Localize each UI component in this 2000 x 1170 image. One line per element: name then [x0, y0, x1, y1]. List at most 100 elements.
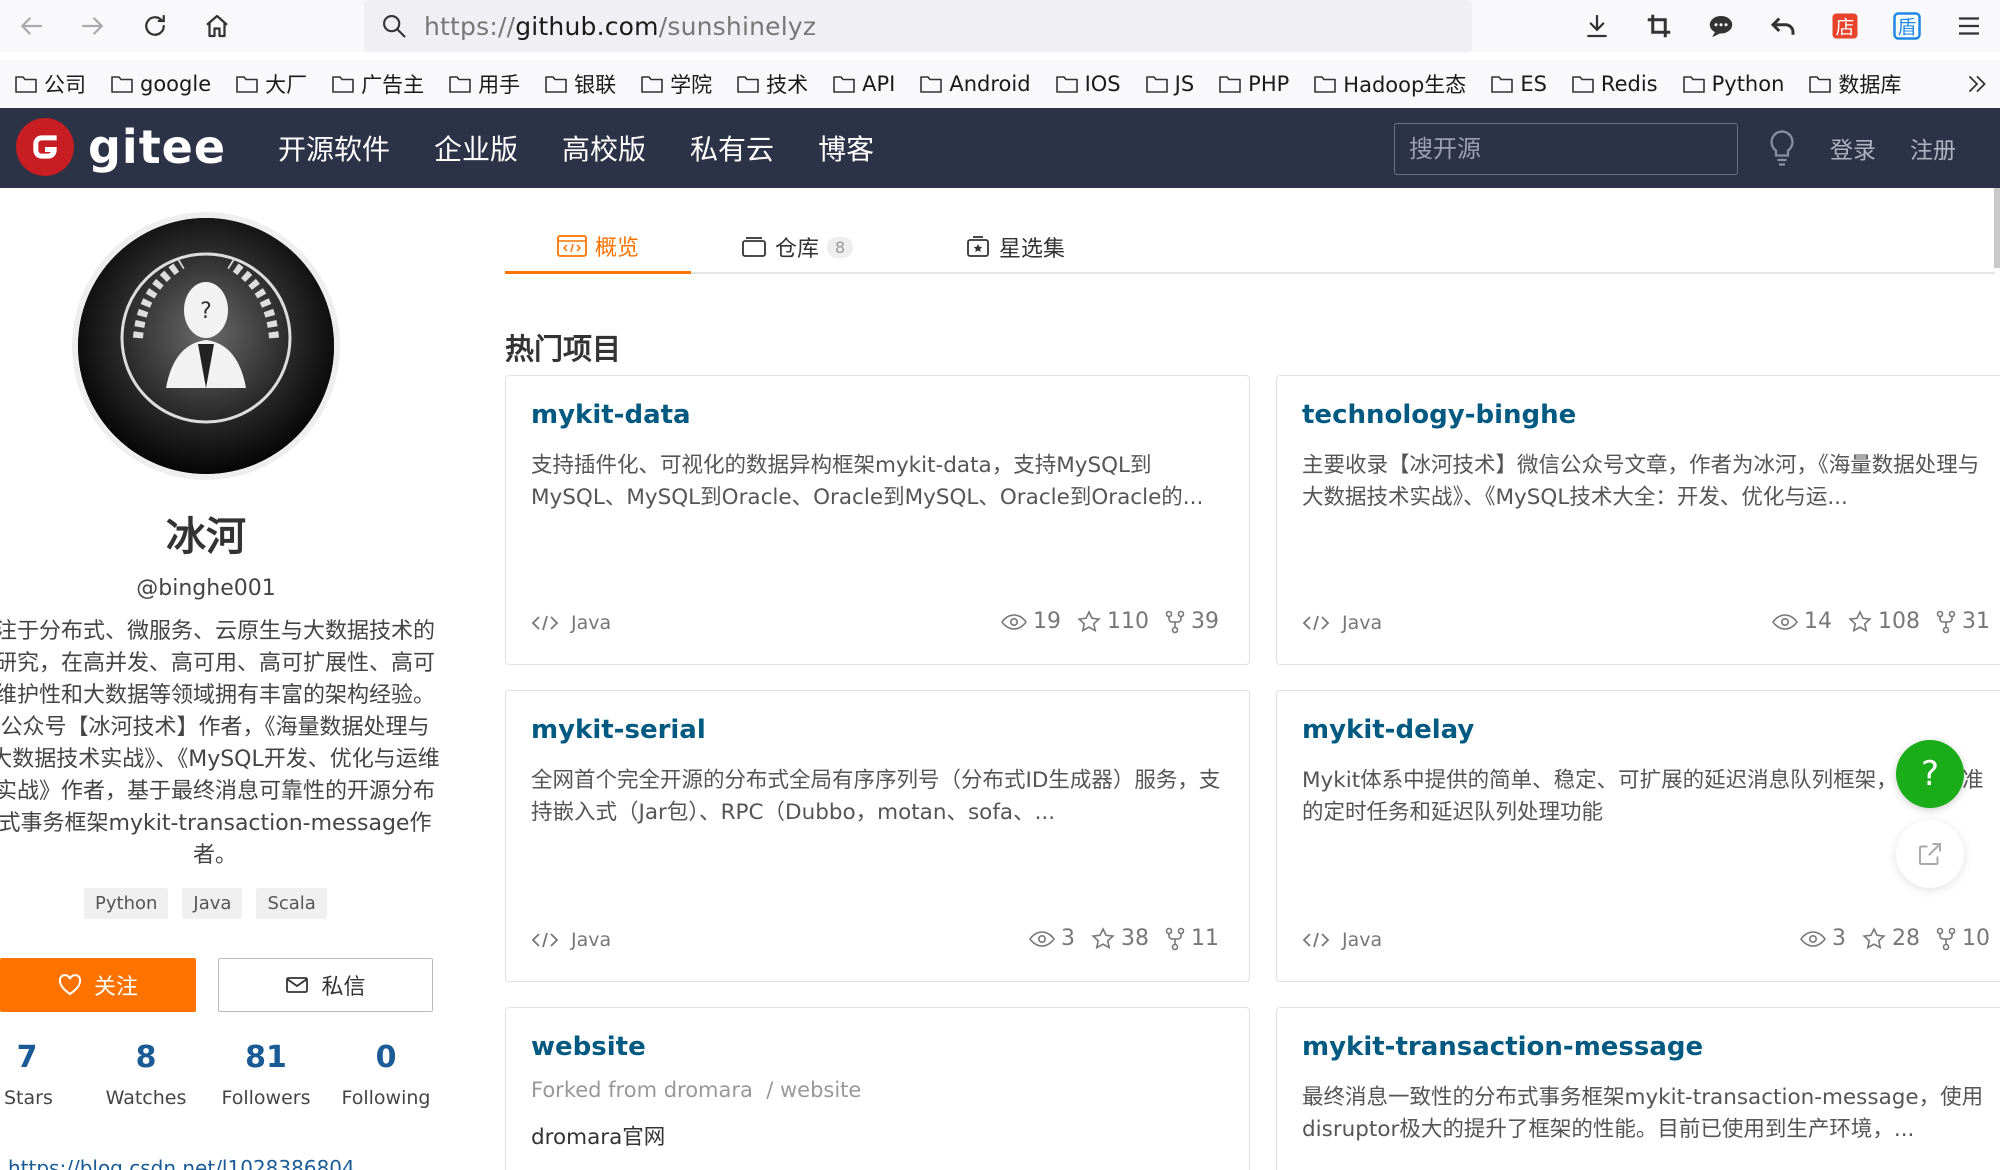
- language-tag[interactable]: Python: [84, 888, 169, 919]
- price-extension-button[interactable]: 盾: [1876, 0, 1938, 52]
- bookmark-item[interactable]: 公司: [14, 69, 86, 99]
- star-count[interactable]: 38: [1091, 926, 1149, 951]
- bookmark-item[interactable]: 银联: [544, 69, 616, 99]
- nav-enterprise[interactable]: 企业版: [434, 128, 518, 168]
- star-count[interactable]: 110: [1077, 609, 1149, 634]
- star-count[interactable]: 108: [1848, 609, 1920, 634]
- bookmark-label: 广告主: [361, 73, 425, 97]
- watch-count[interactable]: 3: [1029, 926, 1075, 951]
- bookmark-item[interactable]: JS: [1145, 72, 1194, 96]
- profile-bio: 注于分布式、微服务、云原生与大数据技术的研究，在高并发、高可用、高可扩展性、高可…: [0, 619, 440, 868]
- svg-text:盾: 盾: [1898, 17, 1917, 39]
- fork-source[interactable]: Forked from dromara / website: [531, 1078, 861, 1102]
- project-title[interactable]: website: [531, 1032, 646, 1062]
- watch-number: 3: [1061, 926, 1075, 951]
- bookmark-item[interactable]: Python: [1682, 72, 1784, 96]
- bookmark-item[interactable]: Hadoop生态: [1313, 69, 1466, 99]
- downloads-button[interactable]: [1566, 0, 1628, 52]
- bookmark-item[interactable]: ES: [1490, 72, 1547, 96]
- store-extension-button[interactable]: 店: [1814, 0, 1876, 52]
- project-card[interactable]: mykit-serial 全网首个完全开源的分布式全局有序序列号（分布式ID生成…: [505, 690, 1250, 982]
- gitee-logo[interactable]: gitee: [16, 118, 226, 176]
- project-card[interactable]: mykit-delay Mykit体系中提供的简单、稳定、可扩展的延迟消息队列框…: [1276, 690, 2000, 982]
- follow-button[interactable]: 关注: [0, 958, 196, 1012]
- screenshot-button[interactable]: [1628, 0, 1690, 52]
- fork-count[interactable]: 39: [1165, 609, 1219, 634]
- folder-icon: [920, 76, 943, 93]
- bookmark-item[interactable]: google: [110, 72, 211, 96]
- bookmark-item[interactable]: 大厂: [235, 69, 307, 99]
- login-link[interactable]: 登录: [1830, 131, 1876, 165]
- project-card[interactable]: technology-binghe 主要收录【冰河技术】微信公众号文章，作者为冰…: [1276, 375, 2000, 665]
- undo-button[interactable]: [1752, 0, 1814, 52]
- menu-button[interactable]: [1938, 0, 2000, 52]
- bookmark-item[interactable]: 学院: [640, 69, 712, 99]
- bookmark-item[interactable]: 数据库: [1808, 69, 1901, 99]
- bookmark-item[interactable]: Redis: [1571, 72, 1658, 96]
- avatar[interactable]: ?: [72, 212, 340, 480]
- tab-star-collections[interactable]: 星选集: [965, 220, 1065, 274]
- fork-count[interactable]: 11: [1165, 926, 1219, 951]
- code-window-icon: [557, 234, 587, 257]
- stat-label: Following: [341, 1087, 431, 1109]
- language-label: Java: [1342, 612, 1383, 634]
- message-button[interactable]: 私信: [218, 958, 433, 1012]
- bookmark-item[interactable]: API: [832, 72, 895, 96]
- nav-education[interactable]: 高校版: [562, 128, 646, 168]
- watch-number: 3: [1832, 926, 1846, 951]
- nav-blog[interactable]: 博客: [818, 128, 874, 168]
- store-icon: 店: [1832, 13, 1858, 39]
- stat-number: 8: [135, 1040, 157, 1075]
- site-search-input[interactable]: [1394, 123, 1738, 175]
- bookmark-item[interactable]: 广告主: [331, 69, 424, 99]
- lightbulb-icon[interactable]: [1764, 128, 1800, 172]
- project-title[interactable]: mykit-data: [531, 400, 691, 430]
- reload-button[interactable]: [124, 0, 186, 52]
- project-title[interactable]: mykit-delay: [1302, 715, 1474, 745]
- home-button[interactable]: [186, 0, 248, 52]
- nav-open-source[interactable]: 开源软件: [278, 128, 390, 168]
- forward-button[interactable]: [62, 0, 124, 52]
- language-tag[interactable]: Java: [182, 888, 243, 919]
- stat-stars[interactable]: 7 Stars: [4, 1040, 53, 1109]
- help-button[interactable]: ?: [1896, 740, 1964, 808]
- watch-count[interactable]: 14: [1772, 609, 1832, 634]
- undo-icon: [1770, 17, 1795, 35]
- double-chevron-right-icon: [1968, 75, 1986, 93]
- project-card[interactable]: mykit-transaction-message 最终消息一致性的分布式事务框…: [1276, 1007, 2000, 1170]
- star-count[interactable]: 28: [1862, 926, 1920, 951]
- fork-count[interactable]: 31: [1936, 609, 1990, 634]
- project-card[interactable]: mykit-data 支持插件化、可视化的数据异构框架mykit-data，支持…: [505, 375, 1250, 665]
- watch-count[interactable]: 3: [1800, 926, 1846, 951]
- project-title[interactable]: technology-binghe: [1302, 400, 1576, 430]
- fork-count[interactable]: 10: [1936, 926, 1990, 951]
- mail-icon: [286, 977, 309, 993]
- eye-icon: [1772, 613, 1798, 630]
- register-link[interactable]: 注册: [1910, 131, 1956, 165]
- back-button[interactable]: [0, 0, 62, 52]
- bookmark-item[interactable]: IOS: [1055, 72, 1121, 96]
- search-icon: [364, 12, 424, 40]
- project-title[interactable]: mykit-serial: [531, 715, 706, 745]
- share-button[interactable]: [1896, 820, 1964, 888]
- tab-repositories[interactable]: 仓库 8: [741, 220, 854, 274]
- bookmark-item[interactable]: PHP: [1218, 72, 1289, 96]
- project-title[interactable]: mykit-transaction-message: [1302, 1032, 1703, 1062]
- nav-private-cloud[interactable]: 私有云: [690, 128, 774, 168]
- stat-following[interactable]: 0 Following: [332, 1040, 440, 1109]
- url-bar[interactable]: https://github.com/sunshinelyz: [364, 0, 1472, 52]
- project-card[interactable]: website Forked from dromara / website dr…: [505, 1007, 1250, 1170]
- bookmark-item[interactable]: 技术: [736, 69, 808, 99]
- stat-followers[interactable]: 81 Followers: [210, 1040, 322, 1109]
- tab-overview[interactable]: 概览: [505, 220, 691, 274]
- bookmark-item[interactable]: Android: [919, 72, 1031, 96]
- bookmarks-overflow-button[interactable]: [1964, 60, 1990, 108]
- bookmark-item[interactable]: 用手: [448, 69, 520, 99]
- stat-watches[interactable]: 8 Watches: [98, 1040, 194, 1109]
- url-host: github.com: [515, 11, 659, 41]
- profile-blog-link[interactable]: https://blog.csdn.net/l1028386804: [8, 1156, 355, 1170]
- language-label: Java: [1342, 929, 1383, 951]
- chat-button[interactable]: [1690, 0, 1752, 52]
- language-tag[interactable]: Scala: [256, 888, 327, 919]
- watch-count[interactable]: 19: [1001, 609, 1061, 634]
